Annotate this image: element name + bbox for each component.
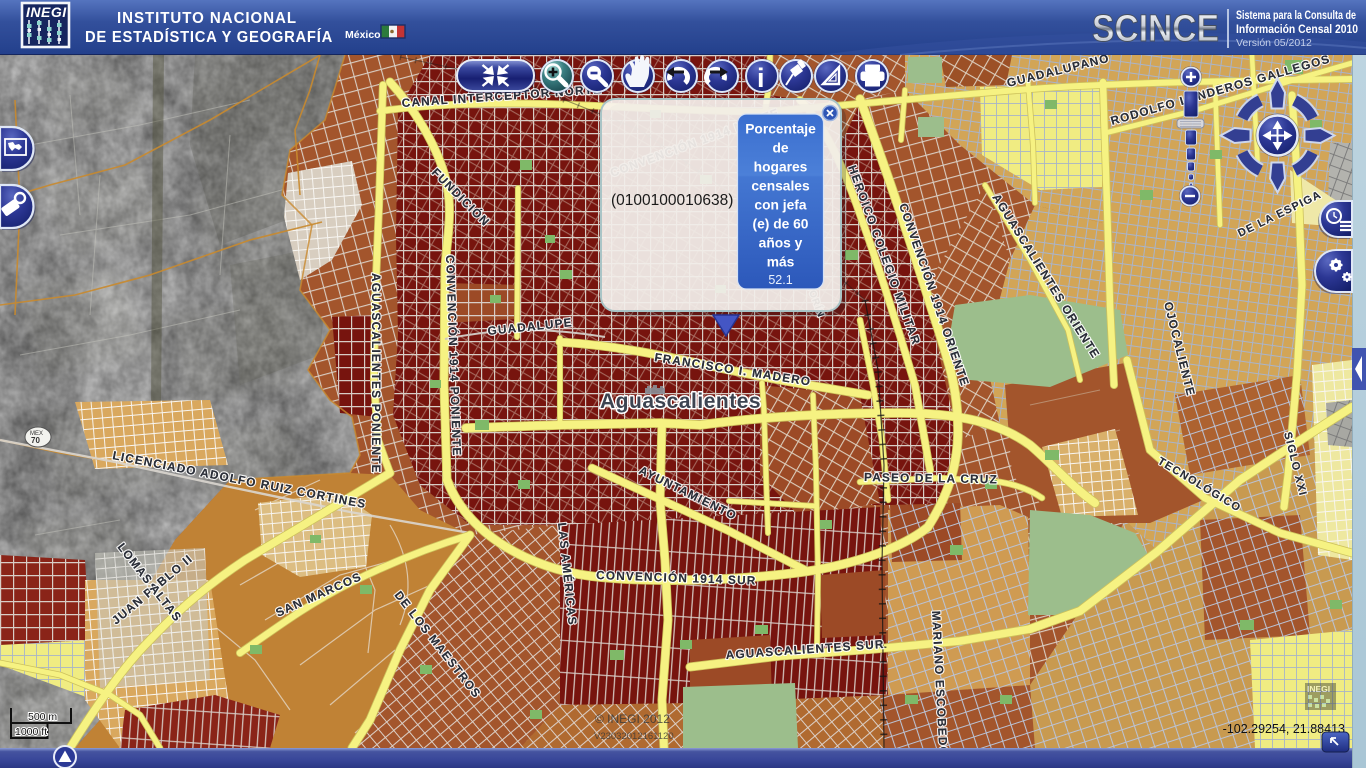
svg-text:1000 ft: 1000 ft (15, 726, 47, 738)
svg-text:de: de (772, 141, 788, 156)
svg-text:Porcentaje: Porcentaje (745, 122, 816, 137)
svg-text:i: i (757, 63, 765, 93)
svg-text:52.1: 52.1 (768, 273, 792, 287)
svg-text:censales: censales (751, 179, 810, 194)
svg-text:con jefa: con jefa (754, 198, 806, 213)
svg-text:(0100100010638): (0100100010638) (611, 192, 733, 209)
svg-text:años y: años y (759, 236, 803, 251)
svg-text:más: más (767, 255, 795, 270)
svg-text:(e) de 60: (e) de 60 (753, 217, 809, 232)
svg-text:hogares: hogares (754, 160, 808, 175)
svg-text:500 m: 500 m (28, 711, 57, 723)
